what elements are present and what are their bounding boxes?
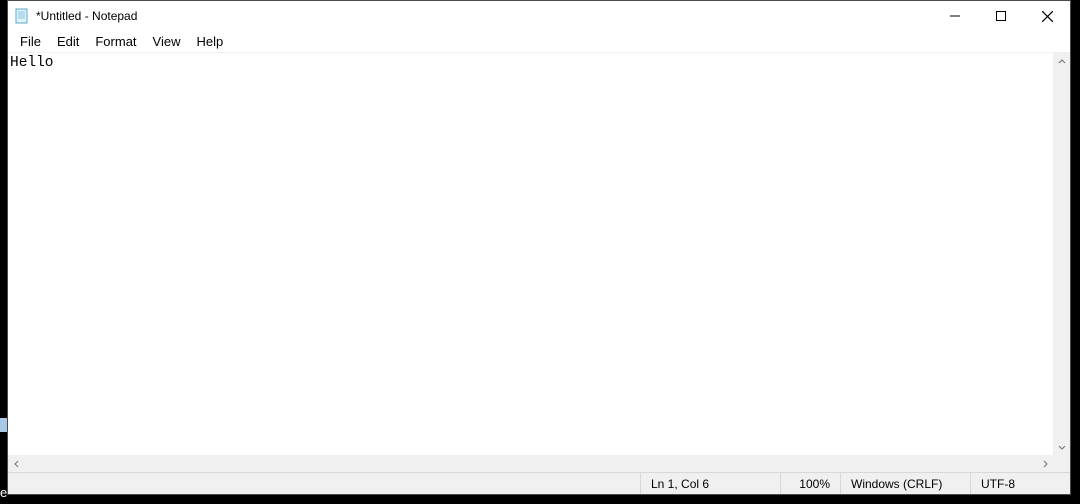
menu-help[interactable]: Help — [188, 32, 231, 51]
scroll-up-icon[interactable] — [1053, 53, 1070, 70]
notepad-app-icon — [14, 8, 30, 24]
status-zoom-level: 100% — [780, 473, 840, 494]
scroll-left-icon[interactable] — [8, 455, 25, 472]
close-button[interactable] — [1024, 1, 1070, 31]
menu-view[interactable]: View — [145, 32, 189, 51]
status-spacer — [8, 473, 640, 494]
desktop: e *Untitled - Notepad — [0, 0, 1080, 504]
scroll-right-icon[interactable] — [1036, 455, 1053, 472]
menu-file[interactable]: File — [12, 32, 49, 51]
menu-edit[interactable]: Edit — [49, 32, 87, 51]
status-bar: Ln 1, Col 6 100% Windows (CRLF) UTF-8 — [8, 472, 1070, 494]
menu-format[interactable]: Format — [87, 32, 144, 51]
minimize-button[interactable] — [932, 1, 978, 31]
editor-area: Hello — [8, 53, 1070, 472]
scroll-down-icon[interactable] — [1053, 438, 1070, 455]
status-cursor-position: Ln 1, Col 6 — [640, 473, 780, 494]
status-line-ending: Windows (CRLF) — [840, 473, 970, 494]
window-controls — [932, 1, 1070, 31]
horizontal-scrollbar[interactable] — [8, 455, 1070, 472]
menu-bar: File Edit Format View Help — [8, 31, 1070, 53]
notepad-window: *Untitled - Notepad File Edit Format Vie… — [7, 0, 1071, 495]
text-editor[interactable]: Hello — [8, 53, 1070, 455]
title-bar[interactable]: *Untitled - Notepad — [8, 1, 1070, 31]
status-encoding: UTF-8 — [970, 473, 1070, 494]
vertical-scrollbar[interactable] — [1053, 53, 1070, 455]
maximize-button[interactable] — [978, 1, 1024, 31]
window-title: *Untitled - Notepad — [36, 9, 137, 23]
